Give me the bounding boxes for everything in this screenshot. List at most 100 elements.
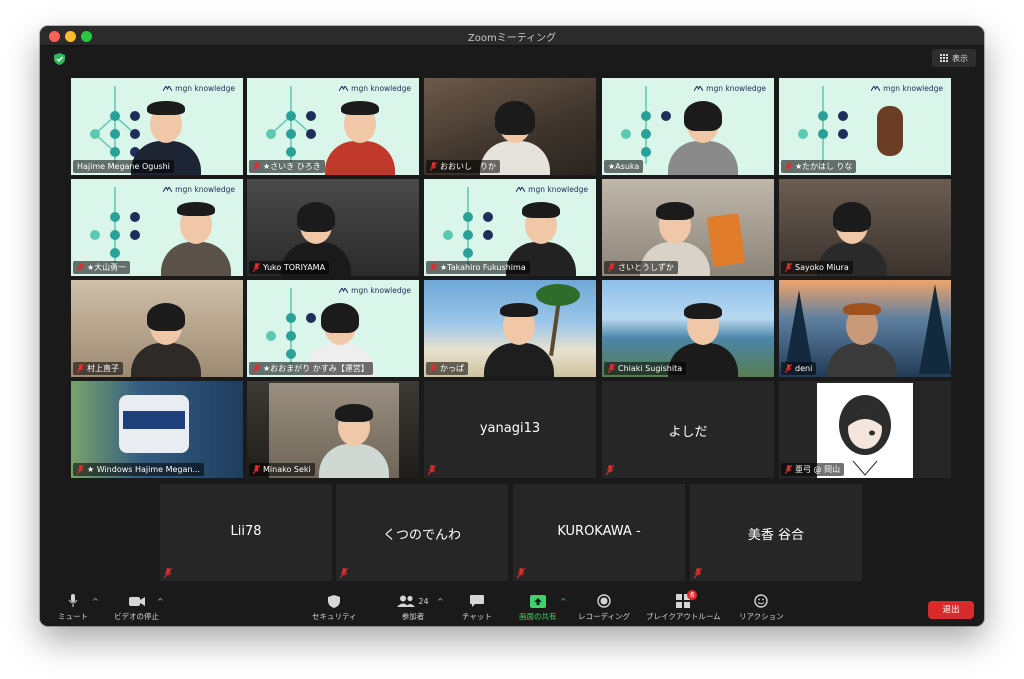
palm-leaves — [536, 284, 580, 306]
record-icon — [597, 594, 611, 608]
video-tile[interactable]: mgn knowledge ★大山勇一 — [71, 179, 243, 276]
participant-name: deni — [781, 362, 817, 375]
stop-video-button[interactable]: ビデオの停止 — [114, 594, 159, 622]
video-tile[interactable]: mgn knowledge Hajime Megane Ogushi — [71, 78, 243, 175]
participant-name: ★さいき ひろき — [249, 160, 325, 173]
reactions-button-label: リアクション — [739, 612, 784, 621]
video-tile-active-speaker[interactable]: mgn knowledge ★さいき ひろき — [247, 78, 419, 175]
chat-bubble-icon — [469, 594, 484, 607]
participant-video — [161, 202, 231, 276]
participants-button[interactable]: 24 参加者 — [395, 594, 431, 622]
muted-mic-icon — [430, 162, 437, 171]
video-tile[interactable]: おおいし りか — [424, 78, 596, 175]
avatar-figure — [877, 106, 903, 156]
audio-options-chevron-icon[interactable]: ^ — [92, 597, 99, 606]
participant-video — [319, 404, 389, 478]
security-shield-icon — [328, 594, 341, 608]
video-tile[interactable]: Minako Seki — [247, 381, 419, 478]
microphone-icon — [68, 594, 78, 607]
participant-video — [325, 101, 395, 175]
video-tile-profile-picture[interactable]: 亜弓 @ 岡山 — [779, 381, 951, 478]
video-tile-no-video[interactable]: よしだ — [602, 381, 774, 478]
participant-name: ★大山勇一 — [73, 261, 131, 274]
video-camera-icon — [128, 596, 145, 606]
video-tile[interactable]: mgn knowledge ★Asuka — [602, 78, 774, 175]
participant-name: よしだ — [668, 425, 708, 440]
breakout-rooms-button[interactable]: 6 ブレイクアウトルーム — [646, 590, 721, 622]
participant-name: さいとうしずか — [604, 261, 678, 274]
muted-mic-icon — [77, 364, 84, 373]
video-tile-no-video[interactable]: yanagi13 — [424, 381, 596, 478]
video-tile[interactable]: かっぱ — [424, 280, 596, 377]
zoom-window: Zoomミーティング 表示 mgn knowledge Hajime Megan… — [40, 26, 984, 626]
video-tile-no-video[interactable]: 美香 谷合 — [690, 484, 862, 581]
video-options-chevron-icon[interactable]: ^ — [157, 597, 164, 606]
leave-meeting-button[interactable]: 退出 — [928, 601, 974, 619]
muted-mic-icon — [253, 465, 260, 474]
brand-tree-graphic — [443, 187, 493, 265]
tree-silhouette — [785, 290, 813, 370]
muted-mic-icon — [517, 568, 525, 578]
muted-mic-icon — [253, 263, 260, 272]
muted-mic-icon — [606, 465, 614, 475]
record-button-label: レコーディング — [578, 612, 630, 621]
muted-mic-icon — [785, 263, 792, 272]
meeting-toolbar: ミュート ^ ビデオの停止 ^ セキュリティ 24 参加者 ^ チャット 画面の… — [40, 590, 984, 626]
brand-logo: mgn knowledge — [163, 185, 235, 194]
security-button[interactable]: セキュリティ — [312, 594, 357, 622]
video-tile[interactable]: Yuko TORIYAMA — [247, 179, 419, 276]
muted-mic-icon — [785, 465, 792, 474]
video-tile[interactable]: mgn knowledge ★おおまがり かすみ【運営】 — [247, 280, 419, 377]
breakout-rooms-badge: 6 — [687, 590, 698, 600]
participant-video — [484, 303, 554, 377]
encryption-shield-icon[interactable] — [54, 53, 65, 65]
view-button[interactable]: 表示 — [932, 49, 976, 67]
muted-mic-icon — [430, 364, 437, 373]
participant-video — [827, 303, 897, 377]
brand-logo: mgn knowledge — [339, 286, 411, 295]
mute-button-label: ミュート — [58, 612, 88, 621]
participant-name: Yuko TORIYAMA — [249, 261, 330, 274]
share-screen-button[interactable]: 画面の共有 — [519, 594, 557, 622]
muted-mic-icon — [77, 263, 84, 272]
brand-logo: mgn knowledge — [871, 84, 943, 93]
video-tile[interactable]: Sayoko Miura — [779, 179, 951, 276]
mute-button[interactable]: ミュート — [58, 594, 88, 622]
reactions-button[interactable]: リアクション — [739, 594, 784, 622]
participant-name: yanagi13 — [479, 421, 541, 436]
record-button[interactable]: レコーディング — [578, 594, 630, 622]
video-tile-no-video[interactable]: KUROKAWA - — [513, 484, 685, 581]
brand-tree-graphic — [90, 187, 140, 265]
video-tile-no-video[interactable]: くつのでんわ — [336, 484, 508, 581]
grid-view-icon — [940, 54, 948, 62]
video-tile[interactable]: さいとうしずか — [602, 179, 774, 276]
muted-mic-icon — [694, 568, 702, 578]
video-tile[interactable]: 村上直子 — [71, 280, 243, 377]
stop-video-button-label: ビデオの停止 — [114, 612, 159, 621]
video-tile[interactable]: mgn knowledge ★たかはし りな — [779, 78, 951, 175]
brand-tree-graphic — [266, 86, 316, 164]
chat-button[interactable]: チャット — [462, 594, 492, 622]
video-tile[interactable]: ★ Windows Hajime Megan... — [71, 381, 243, 478]
participant-name: Hajime Megane Ogushi — [73, 160, 174, 173]
participant-name: KUROKAWA - — [557, 524, 641, 539]
share-screen-icon — [529, 594, 546, 608]
participant-name: かっぱ — [426, 362, 468, 375]
video-tile[interactable]: Chiaki Sugishita — [602, 280, 774, 377]
video-tile[interactable]: mgn knowledge ★Takahiro Fukushima — [424, 179, 596, 276]
muted-mic-icon — [428, 465, 436, 475]
snack-package — [706, 213, 746, 267]
participant-video — [131, 303, 201, 377]
brand-logo: mgn knowledge — [339, 84, 411, 93]
share-options-chevron-icon[interactable]: ^ — [560, 597, 567, 606]
muted-mic-icon — [785, 364, 792, 373]
video-tile-no-video[interactable]: Lii78 — [160, 484, 332, 581]
view-button-label: 表示 — [952, 53, 968, 63]
tree-silhouette — [919, 284, 951, 374]
window-title: Zoomミーティング — [467, 33, 557, 44]
yogurt-label — [123, 411, 185, 429]
video-tile[interactable]: deni — [779, 280, 951, 377]
participants-options-chevron-icon[interactable]: ^ — [437, 597, 444, 606]
participant-name: ★おおまがり かすみ【運営】 — [249, 362, 373, 375]
brand-logo: mgn knowledge — [163, 84, 235, 93]
